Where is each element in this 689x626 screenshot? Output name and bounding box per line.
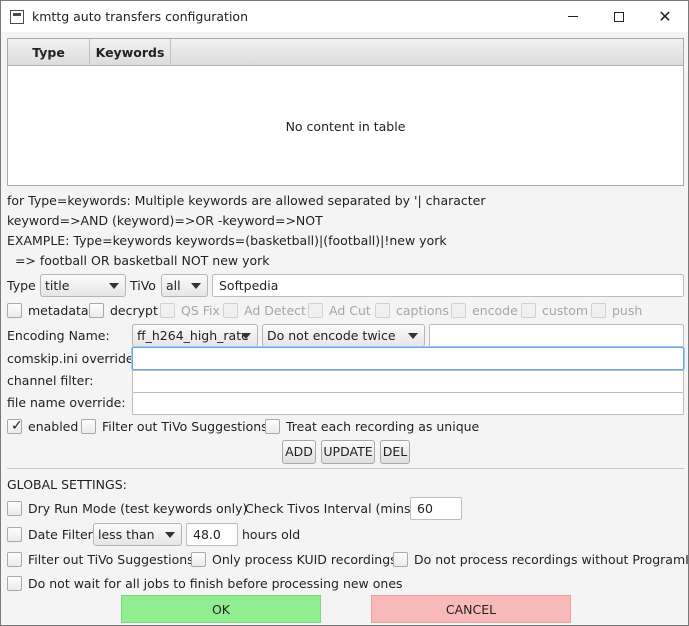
push-label: push [612, 303, 643, 318]
tivo-select-value: all [166, 278, 181, 293]
global-filter-suggestions-checkbox[interactable] [7, 552, 22, 567]
kuid-only-label: Only process KUID recordings [212, 552, 397, 567]
date-filter-checkbox[interactable] [7, 527, 22, 542]
enabled-checkbox[interactable]: ✓ [7, 418, 23, 434]
chevron-down-icon [241, 333, 251, 339]
comskip-override-input[interactable] [132, 347, 684, 370]
date-filter-label: Date Filter [28, 527, 93, 542]
global-filter-suggestions-label: Filter out TiVo Suggestions [28, 552, 194, 567]
metadata-checkbox[interactable] [7, 303, 22, 318]
section-divider [7, 468, 684, 469]
captions-label: captions [396, 303, 449, 318]
encoding-name-value: ff_h264_high_rate [137, 328, 249, 343]
table-header: Type Keywords [8, 39, 683, 66]
push-checkbox[interactable] [591, 303, 606, 318]
date-filter-hours-input[interactable]: 48.0 [186, 523, 238, 546]
add-button[interactable]: ADD [282, 440, 316, 464]
update-button[interactable]: UPDATE [321, 440, 375, 464]
title-bar[interactable]: kmttg auto transfers configuration ✕ [1, 1, 688, 32]
encode-checkbox[interactable] [451, 303, 466, 318]
column-header-type[interactable]: Type [8, 39, 90, 66]
encoding-extra-input[interactable] [429, 324, 684, 347]
global-settings-heading: GLOBAL SETTINGS: [7, 477, 127, 492]
tivo-label: TiVo [130, 278, 156, 293]
programid-label: Do not process recordings without Progra… [414, 552, 689, 567]
custom-label: custom [542, 303, 589, 318]
close-button[interactable]: ✕ [642, 1, 688, 32]
decrypt-checkbox[interactable] [89, 303, 104, 318]
filter-suggestions-checkbox[interactable] [81, 419, 96, 434]
custom-checkbox[interactable] [521, 303, 536, 318]
encode-label: encode [472, 303, 518, 318]
enabled-label: enabled [28, 419, 79, 434]
comskip-override-label: comskip.ini override: [7, 351, 138, 366]
unique-recording-label: Treat each recording as unique [286, 419, 480, 434]
programid-checkbox[interactable] [393, 552, 408, 567]
type-select[interactable]: title [40, 274, 126, 297]
date-filter-op-value: less than [98, 527, 155, 542]
kuid-only-checkbox[interactable] [191, 552, 206, 567]
file-name-override-label: file name override: [7, 395, 126, 410]
column-header-keywords[interactable]: Keywords [90, 39, 171, 66]
date-filter-select[interactable]: less than [93, 523, 182, 546]
captions-checkbox[interactable] [375, 303, 390, 318]
no-wait-label: Do not wait for all jobs to finish befor… [28, 576, 403, 591]
metadata-label: metadata [28, 303, 89, 318]
encode-twice-select[interactable]: Do not encode twice [262, 324, 425, 347]
chevron-down-icon [109, 283, 119, 289]
ad-detect-checkbox[interactable] [223, 303, 238, 318]
help-text-line2: keyword=>AND (keyword)=>OR -keyword=>NOT [7, 213, 323, 228]
no-wait-checkbox[interactable] [7, 576, 22, 591]
dry-run-checkbox[interactable] [7, 501, 22, 516]
chevron-down-icon [408, 333, 418, 339]
chevron-down-icon [165, 532, 175, 538]
ad-cut-checkbox[interactable] [308, 303, 323, 318]
minimize-button[interactable] [550, 1, 596, 32]
tivo-select[interactable]: all [161, 274, 208, 297]
encoding-name-select[interactable]: ff_h264_high_rate [132, 324, 258, 347]
ad-detect-label: Ad Detect [244, 303, 306, 318]
hours-old-label: hours old [242, 527, 301, 542]
keywords-input[interactable]: Softpedia [212, 274, 684, 297]
encode-twice-value: Do not encode twice [267, 328, 396, 343]
help-text-line1: for Type=keywords: Multiple keywords are… [7, 193, 486, 208]
decrypt-label: decrypt [110, 303, 158, 318]
ok-button[interactable]: OK [121, 595, 321, 623]
minimize-icon [568, 16, 578, 17]
encoding-name-label: Encoding Name: [7, 328, 110, 343]
file-name-override-input[interactable] [132, 392, 684, 415]
check-interval-input[interactable]: 60 [410, 497, 462, 520]
check-interval-label: Check Tivos Interval (mins) [245, 501, 416, 516]
channel-filter-label: channel filter: [7, 373, 94, 388]
delete-button[interactable]: DEL [380, 440, 410, 464]
chevron-down-icon [191, 283, 201, 289]
maximize-button[interactable] [596, 1, 642, 32]
qsfix-label: QS Fix [181, 303, 220, 318]
type-select-value: title [45, 278, 70, 293]
filter-suggestions-label: Filter out TiVo Suggestions [102, 419, 268, 434]
help-text-line3: EXAMPLE: Type=keywords keywords=(basketb… [7, 233, 447, 248]
cancel-button[interactable]: CANCEL [371, 595, 571, 623]
auto-transfers-table[interactable]: Type Keywords No content in table [7, 38, 684, 186]
qsfix-checkbox[interactable] [160, 303, 175, 318]
window-title: kmttg auto transfers configuration [32, 9, 248, 24]
maximize-icon [614, 11, 624, 22]
channel-filter-input[interactable] [132, 370, 684, 393]
unique-recording-checkbox[interactable] [265, 419, 280, 434]
config-window: kmttg auto transfers configuration ✕ Typ… [0, 0, 689, 626]
help-text-line4: => football OR basketball NOT new york [7, 253, 270, 268]
close-icon: ✕ [658, 6, 672, 26]
dry-run-label: Dry Run Mode (test keywords only) [28, 501, 248, 516]
app-icon [10, 10, 24, 24]
checkmark-icon: ✓ [11, 418, 23, 434]
ad-cut-label: Ad Cut [329, 303, 371, 318]
table-empty-message: No content in table [285, 119, 406, 134]
type-label: Type [7, 278, 36, 293]
